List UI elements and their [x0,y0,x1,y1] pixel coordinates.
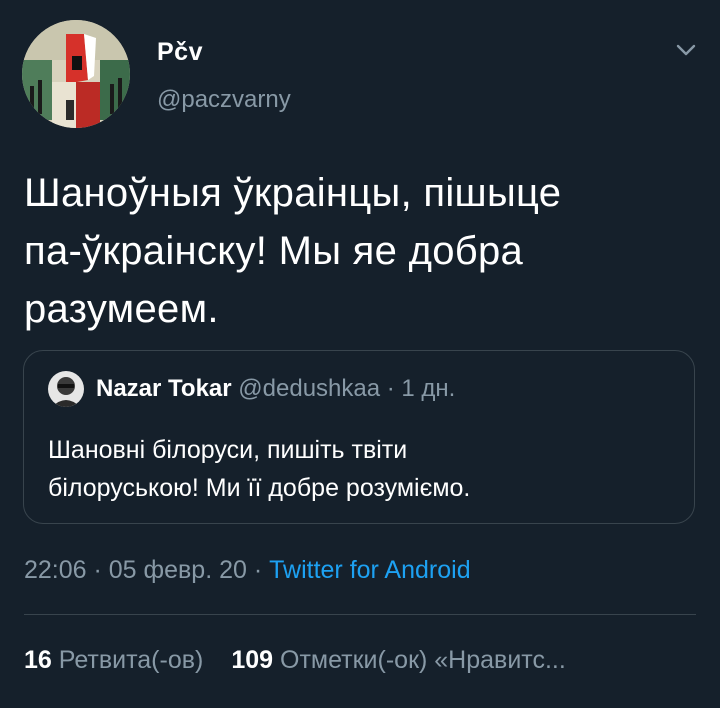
meta-separator: · [246,556,270,584]
tweet-author-handle[interactable]: @paczvarny [157,86,291,114]
quoted-tweet-header: Nazar Tokar @dedushkaa · 1 дн. [96,375,455,403]
likes-label: Отметки(-ок) «Нравитс... [273,646,566,674]
avatar-photo [48,371,84,407]
retweets-stat[interactable]: 16 Ретвита(-ов) [24,646,203,674]
quoted-tweet-card[interactable]: Nazar Tokar @dedushkaa · 1 дн. Шановні б… [23,350,695,524]
tweet-author-avatar[interactable] [22,20,130,128]
tweet-text-line: па-ўкраінску! Мы яе добра [24,229,524,273]
meta-separator: · [86,556,109,584]
quoted-author-handle: @dedushkaa [238,375,381,402]
retweets-label: Ретвита(-ов) [51,646,204,674]
quoted-author-avatar [48,371,84,407]
quoted-separator: · [380,375,402,402]
tweet-text-line: Шаноўныя ўкраінцы, пішыце [24,171,562,215]
quoted-time: 1 дн. [401,375,456,402]
quoted-text-line: білоруською! Ми її добре розуміємо. [48,474,471,502]
tweet-text: Шаноўныя ўкраінцы, пішыце па-ўкраінску! … [24,164,684,338]
tweet-date[interactable]: 05 февр. 20 [109,556,247,584]
tweet-meta: 22:06 · 05 февр. 20 · Twitter for Androi… [24,556,471,585]
chevron-down-icon [676,44,696,56]
tweet-source-link[interactable]: Twitter for Android [269,556,470,584]
quoted-tweet-text: Шановні білоруси, пишіть твіти білоруськ… [48,431,678,507]
quoted-author-name: Nazar Tokar [96,375,232,402]
quoted-text-line: Шановні білоруси, пишіть твіти [48,436,408,464]
tweet-menu-button[interactable] [674,40,698,60]
likes-count: 109 [231,646,274,674]
tweet-author-name[interactable]: Pčv [157,38,203,67]
retweets-count: 16 [24,646,52,674]
avatar-art [22,20,130,128]
tweet-time[interactable]: 22:06 [24,556,87,584]
likes-stat[interactable]: 109 Отметки(-ок) «Нравитс... [231,646,565,674]
tweet-stats: 16 Ретвита(-ов) 109 Отметки(-ок) «Нравитс… [24,646,566,675]
divider [24,614,696,615]
tweet-text-line: разумеем. [24,287,219,331]
